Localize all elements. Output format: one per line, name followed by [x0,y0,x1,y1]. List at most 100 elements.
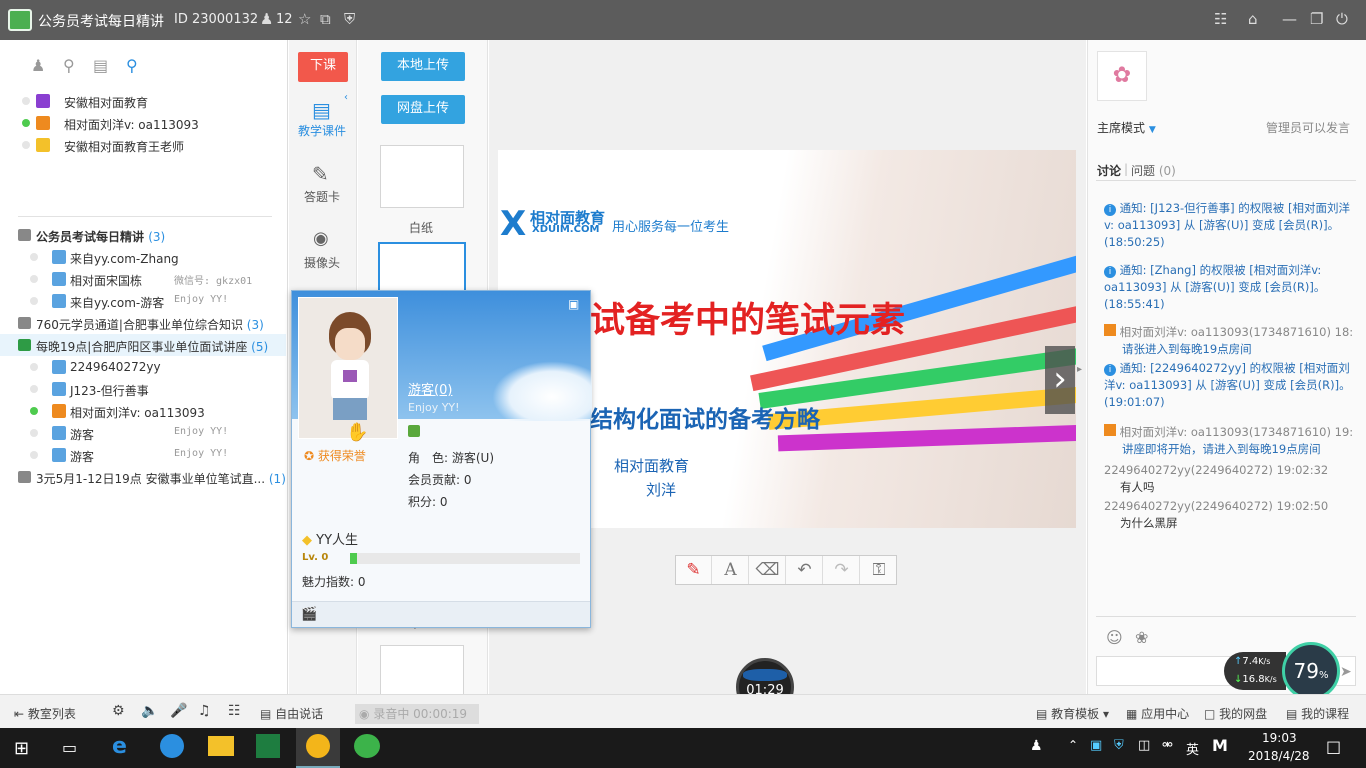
notes-icon[interactable]: ☷ [1214,10,1227,28]
clapper-icon[interactable]: 🎬 [301,607,317,622]
my-disk-button[interactable]: □ 我的网盘 [1204,705,1267,722]
user-row[interactable]: 安徽相对面教育 [0,90,286,112]
minimize-icon[interactable]: — [1282,10,1297,28]
my-course-button[interactable]: ▤ 我的课程 [1286,705,1349,722]
favorite-star-icon[interactable]: ☆ [298,10,311,28]
recording-status[interactable]: ◉ 录音中 00:00:19 [355,704,479,724]
pen-icon[interactable]: ✎ [676,556,712,584]
edge-icon[interactable]: e [112,734,127,759]
status-dot [22,97,30,105]
channel-item[interactable]: 760元学员通道|合肥事业单位综合知识 (3) [0,312,286,334]
role-row: 角 色: 游客(U) [408,449,494,466]
courseware-icon[interactable]: ▤ [312,98,331,122]
eraser-icon[interactable]: ⌫ [750,556,786,584]
records-icon[interactable]: ▤ [93,56,108,75]
undo-icon[interactable]: ↶ [787,556,823,584]
people-icon[interactable]: ♟ [1030,738,1043,754]
tab-courseware[interactable]: 教学课件 [298,122,346,139]
tab-discuss[interactable]: 讨论 [1097,162,1121,179]
lock-icon[interactable]: ⚿ [861,556,897,584]
channel-member[interactable]: 来自yy.com-Zhang [0,246,286,268]
gift-icon[interactable]: ❀ [1135,628,1148,647]
channel-member[interactable]: 相对面宋国栋 微信号: gkzx01 [0,268,286,290]
channel-member[interactable]: 2249640272yy [0,356,286,378]
send-icon[interactable]: ➤ [1340,664,1352,680]
shirt-icon[interactable]: ▣ [568,297,579,311]
battery-icon[interactable]: ◫ [1138,738,1150,753]
security-icon[interactable]: ⛨ [1114,738,1124,753]
slide-thumb-2[interactable] [380,645,464,695]
bottom-toolbar: ⇤ 教室列表 ⚙ 🔈 🎤 ♫ ☷ ▤ 自由说话 ◉ 录音中 00:00:19 ▤… [0,694,1366,728]
clock-date[interactable]: 2018/4/28 [1248,749,1310,763]
share-icon[interactable]: ⧉ [320,10,331,28]
mixer-icon[interactable]: ☷ [228,703,241,719]
task-view-icon[interactable]: ▭ [62,738,77,757]
user-profile-card: ▣ 游客(0) Enjoy YY! ✪ 获得荣誉 角 色: 游客(U) 会员贡献… [291,290,592,628]
cloud-upload-button[interactable]: 网盘上传 [381,95,465,124]
channel-name: 每晚19点|合肥庐阳区事业单位面试讲座 (5) [36,338,268,355]
camera-icon[interactable]: ◉ [313,228,329,249]
file-explorer-icon[interactable] [208,736,234,756]
channel-icon [18,229,31,241]
clock-time[interactable]: 19:03 [1262,731,1297,745]
end-class-button[interactable]: 下课 [298,52,348,82]
next-slide-button[interactable]: › [1045,346,1075,414]
yy-taskbar-button[interactable] [296,728,340,768]
speaker-icon[interactable]: 🔈 [141,703,158,719]
local-upload-button[interactable]: 本地上传 [381,52,465,81]
tray-app-icon[interactable]: ▣ [1090,738,1102,753]
user-row[interactable]: 安徽相对面教育王老师 [0,134,286,156]
channel-item[interactable]: 3元5月1-12日19点 安徽事业单位笔试直... (1) [0,466,286,488]
ime-lang[interactable]: 英 [1186,739,1199,758]
windows-start-icon[interactable]: ⊞ [14,738,29,759]
settings-icon[interactable]: ⚙ [112,703,125,719]
search-icon[interactable]: ⚲ [126,56,138,75]
wechat-icon[interactable] [354,734,380,758]
collapse-chevron-icon[interactable]: ‹ [344,92,348,103]
expand-panel-icon[interactable]: ▸ [1077,364,1082,375]
shield-icon[interactable]: ⛨ [344,10,355,28]
wifi-icon[interactable]: ⚮ [1162,738,1173,753]
member-name: 来自yy.com-游客 [70,296,165,310]
message-body: 有人吗 [1120,480,1155,494]
channel-member[interactable]: 游客 Enjoy YY! [0,422,286,444]
ime-icon[interactable]: M [1212,736,1228,755]
user-name-link[interactable]: 游客(0) [408,379,452,398]
answer-card-icon[interactable]: ✎ [312,162,329,186]
tab-question[interactable]: 问题 (0) [1131,162,1176,179]
cpu-meter[interactable]: 79% [1282,642,1340,700]
tab-answer-card[interactable]: 答题卡 [304,188,340,205]
slide-thumb-1[interactable] [378,242,466,292]
home-icon[interactable]: ⌂ [1248,10,1258,28]
blank-slide-thumb[interactable] [380,145,464,208]
members-icon[interactable]: ♟ [31,56,45,75]
tab-camera[interactable]: 摄像头 [304,254,340,271]
yy-life-label: YY人生 [316,533,359,548]
user-row[interactable]: 相对面刘洋v: oa113093 [0,112,286,134]
channel-member[interactable]: 来自yy.com-游客 Enjoy YY! [0,290,286,312]
channel-name: 公务员考试每日精讲 (3) [36,228,165,245]
redo-icon[interactable]: ↷ [824,556,860,584]
channel-member[interactable]: 游客 Enjoy YY! [0,444,286,466]
channel-item[interactable]: 公务员考试每日精讲 (3) [0,224,286,246]
excel-icon[interactable] [256,734,280,758]
mode-select[interactable]: 主席模式 ▼ [1097,119,1156,136]
ie-icon[interactable] [160,734,184,758]
edu-template-menu[interactable]: ▤ 教育模板 ▾ [1036,705,1109,722]
close-icon[interactable]: ⏻ [1336,10,1348,28]
emoji-icon[interactable]: ☺ [1106,628,1123,647]
notification-icon[interactable]: □ [1326,737,1341,756]
text-tool-icon[interactable]: A [713,556,749,584]
free-talk-button[interactable]: ▤ 自由说话 [260,705,323,722]
channel-member[interactable]: J123-但行善事 [0,378,286,400]
location-icon[interactable]: ⚲ [63,56,75,75]
channel-member[interactable]: 相对面刘洋v: oa113093 [0,400,286,422]
microphone-icon[interactable]: 🎤 [170,703,187,719]
music-icon[interactable]: ♫ [198,703,211,719]
restore-icon[interactable]: ❐ [1310,10,1323,28]
room-list-button[interactable]: ⇤ 教室列表 [14,705,76,722]
app-center-button[interactable]: ▦ 应用中心 [1126,705,1189,722]
tray-chevron-icon[interactable]: ⌃ [1068,738,1078,752]
honor-link[interactable]: ✪ 获得荣誉 [304,447,366,464]
channel-item[interactable]: 每晚19点|合肥庐阳区事业单位面试讲座 (5) [0,334,286,356]
